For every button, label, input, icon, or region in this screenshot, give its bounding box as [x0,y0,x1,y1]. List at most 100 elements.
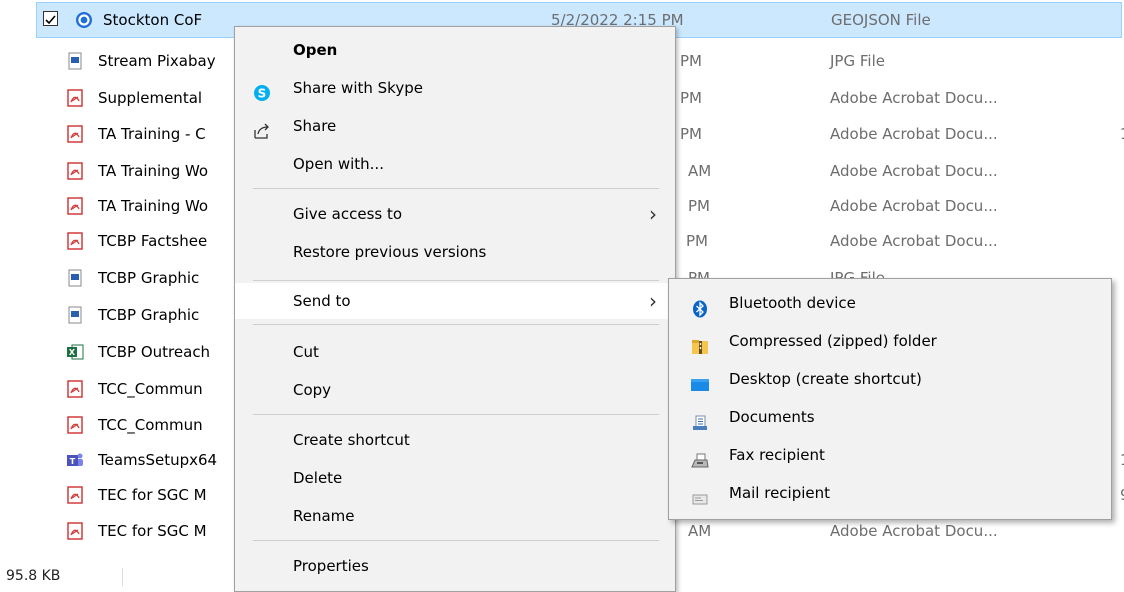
file-date: AM [688,162,712,180]
excel-icon: X [66,343,84,361]
svg-text:T: T [70,457,76,466]
menu-item-properties[interactable]: Properties [235,548,675,584]
file-size: 1 [1120,115,1124,153]
skype-icon: S [253,79,271,101]
file-type: Adobe Acrobat Docu... [830,197,998,215]
svg-text:S: S [258,87,267,101]
file-name: TA Training - C [98,125,206,143]
file-size: 9 [1120,476,1124,514]
pdf-icon [66,522,84,540]
pdf-icon [66,125,84,143]
menu-item-copy[interactable]: Copy [235,372,675,408]
pdf-icon [66,197,84,215]
file-type: Adobe Acrobat Docu... [830,162,998,180]
documents-icon [691,408,709,430]
fax-icon [691,446,709,468]
menu-item-label: Delete [293,469,343,487]
file-type: Adobe Acrobat Docu... [830,125,998,143]
submenu-item-documents[interactable]: Documents [669,398,1111,436]
file-name: TA Training Wo [98,197,209,215]
menu-separator [253,414,659,415]
menu-item-label: Rename [293,507,355,525]
mail-icon [691,484,709,505]
pdf-icon [66,380,84,398]
submenu-item-label: Desktop (create shortcut) [729,370,922,388]
menu-item-delete[interactable]: Delete [235,460,675,496]
submenu-item-label: Mail recipient [729,484,831,502]
file-name: TCBP Outreach [98,343,211,361]
menu-item-label: Share with Skype [293,79,423,97]
menu-item-create-shortcut[interactable]: Create shortcut [235,422,675,458]
svg-text:X: X [69,348,76,357]
zip-folder-icon [691,332,709,354]
menu-item-share-with-skype[interactable]: S Share with Skype [235,70,675,106]
menu-item-open-with[interactable]: Open with... [235,146,675,182]
file-date: PM [686,232,708,250]
menu-item-label: Copy [293,381,332,399]
menu-item-label: Share [293,117,337,135]
file-name: TEC for SGC M [98,486,207,504]
menu-item-give-access-to[interactable]: Give access to › [235,196,675,232]
file-type: Adobe Acrobat Docu... [830,232,998,250]
file-name: Stockton CoF [103,11,203,29]
menu-item-cut[interactable]: Cut [235,334,675,370]
bluetooth-icon [691,294,709,318]
menu-item-label: Open [293,41,338,59]
file-type: GEOJSON File [831,11,931,29]
file-size: 1 [1120,441,1124,479]
menu-item-open[interactable]: Open [235,32,675,68]
menu-separator [253,324,659,325]
file-date: PM [680,125,702,143]
chevron-right-icon: › [649,289,657,313]
file-date: PM [680,89,702,107]
menu-item-rename[interactable]: Rename [235,498,675,534]
menu-item-label: Create shortcut [293,431,410,449]
submenu-item-bluetooth-device[interactable]: Bluetooth device [669,284,1111,322]
submenu-item-label: Documents [729,408,815,426]
submenu-item-label: Fax recipient [729,446,825,464]
file-date: PM [688,197,710,215]
submenu-item-desktop-shortcut[interactable]: Desktop (create shortcut) [669,360,1111,398]
app-icon [75,11,93,29]
file-name: TCBP Graphic [98,306,200,324]
submenu-item-label: Bluetooth device [729,294,856,312]
menu-separator [253,540,659,541]
row-checkbox[interactable] [43,11,58,26]
pdf-icon [66,486,84,504]
send-to-submenu: Bluetooth device Compressed (zipped) fol… [668,278,1112,520]
submenu-item-fax-recipient[interactable]: Fax recipient [669,436,1111,474]
submenu-item-label: Compressed (zipped) folder [729,332,937,350]
file-name: TCC_Commun [98,380,203,398]
file-date: PM [680,52,702,70]
share-icon [253,117,271,139]
teams-icon: T [66,451,84,469]
menu-item-restore-previous-versions[interactable]: Restore previous versions [235,234,675,270]
file-name: TCC_Commun [98,416,203,434]
pdf-icon [66,89,84,107]
menu-item-label: Send to [293,292,351,310]
status-divider [122,568,123,586]
image-file-icon [66,52,84,70]
status-selected-size: 95.8 KB [6,568,61,584]
menu-item-send-to[interactable]: Send to › [235,283,675,319]
file-name: TCBP Graphic [98,269,200,287]
file-name: TA Training Wo [98,162,209,180]
pdf-icon [66,162,84,180]
menu-item-label: Open with... [293,155,384,173]
menu-item-share[interactable]: Share [235,108,675,144]
menu-item-label: Properties [293,557,369,575]
submenu-item-mail-recipient[interactable]: Mail recipient [669,474,1111,512]
menu-item-label: Cut [293,343,319,361]
pdf-icon [66,416,84,434]
submenu-item-compressed-folder[interactable]: Compressed (zipped) folder [669,322,1111,360]
file-name: TEC for SGC M [98,522,207,540]
file-type: JPG File [830,52,885,70]
file-name: Stream Pixabay [98,52,216,70]
pdf-icon [66,232,84,250]
file-name: Supplemental [98,89,203,107]
menu-item-label: Give access to [293,205,403,223]
file-name: TeamsSetupx64 [98,451,218,469]
menu-separator [253,188,659,189]
menu-separator [253,280,659,281]
image-file-icon [66,269,84,287]
